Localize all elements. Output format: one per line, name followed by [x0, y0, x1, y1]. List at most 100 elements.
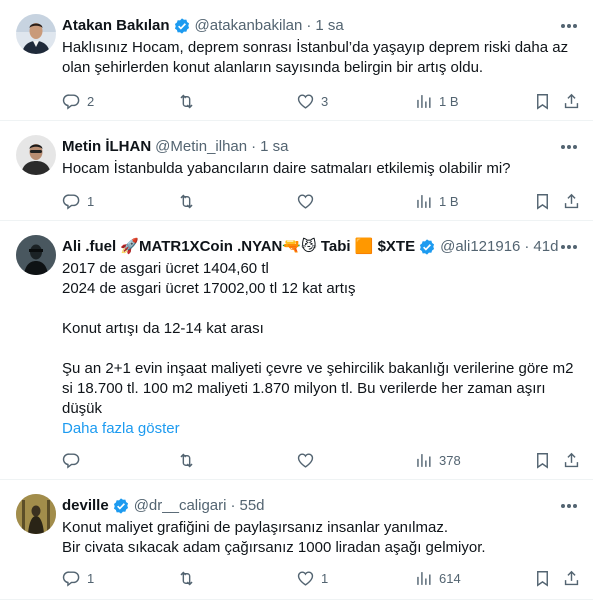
separator-dot: · [230, 497, 236, 514]
bookmark-button[interactable] [533, 450, 552, 470]
author-handle[interactable]: @Metin_ilhan [155, 137, 247, 157]
reply-count: 1 [87, 570, 95, 586]
retweet-button[interactable] [177, 568, 202, 588]
tweet-text: 2017 de asgari ücret 1404,60 tl 2024 de … [62, 259, 577, 439]
views-count: 1 B [439, 193, 459, 209]
bookmark-icon [533, 569, 552, 588]
retweet-button[interactable] [177, 450, 202, 470]
retweet-icon [177, 569, 196, 588]
avatar[interactable] [16, 494, 56, 534]
verified-badge-icon [420, 239, 435, 255]
views-button[interactable]: 378 [414, 450, 461, 470]
reply-button[interactable] [62, 450, 87, 470]
tweet-line: Şu an 2+1 evin inşaat maliyeti çevre ve … [62, 360, 574, 377]
tweet-line: Konut maliyet grafiğini de paylaşırsanız… [62, 519, 449, 536]
action-bar: 1 1 614 [62, 568, 582, 588]
action-bar: 2 3 1 B [62, 91, 582, 111]
reply-button[interactable]: 1 [62, 568, 94, 588]
reply-icon [62, 192, 81, 211]
like-icon [296, 569, 315, 588]
author-handle[interactable]: @dr__caligari [134, 496, 227, 516]
more-icon[interactable] [559, 19, 579, 33]
like-button[interactable]: 3 [296, 91, 328, 111]
share-button[interactable] [562, 450, 581, 470]
share-icon [562, 92, 581, 111]
avatar[interactable] [16, 235, 56, 275]
share-icon [562, 192, 581, 211]
like-button[interactable] [296, 191, 321, 211]
reply-icon [62, 569, 81, 588]
more-icon[interactable] [559, 240, 579, 254]
timestamp[interactable]: 1 sa [315, 16, 343, 36]
tweet[interactable]: deville @dr__caligari · 55d Konut maliye… [0, 480, 593, 600]
tweet-line: Konut artışı da 12-14 kat arası [62, 320, 264, 337]
timestamp[interactable]: 55d [239, 496, 264, 516]
views-icon [414, 451, 433, 470]
tweet-line: 2017 de asgari ücret 1404,60 tl [62, 260, 269, 277]
bookmark-button[interactable] [533, 568, 552, 588]
retweet-icon [177, 451, 196, 470]
like-icon [296, 192, 315, 211]
verified-badge-icon [174, 18, 189, 34]
views-button[interactable]: 1 B [414, 191, 459, 211]
author-name[interactable]: deville [62, 496, 109, 516]
like-icon [296, 451, 315, 470]
author-handle[interactable]: @ali121916 [440, 237, 520, 257]
tweet-line: si 18.700 tl. 100 m2 maliyeti 1.870 mily… [62, 380, 546, 397]
show-more-link[interactable]: Daha fazla göster [62, 419, 577, 439]
tweet-header: Atakan Bakılan @atakanbakilan · 1 sa [62, 16, 577, 36]
author-name[interactable]: Ali .fuel 🚀MATR1XCoin .NYAN🔫😼 Tabi 🟧 $XT… [62, 237, 415, 257]
reply-button[interactable]: 2 [62, 91, 94, 111]
author-name[interactable]: Atakan Bakılan [62, 16, 170, 36]
retweet-button[interactable] [177, 191, 202, 211]
author-handle[interactable]: @atakanbakilan [195, 16, 303, 36]
separator-dot: · [306, 17, 312, 34]
bookmark-button[interactable] [533, 91, 552, 111]
timestamp[interactable]: 1 sa [260, 137, 288, 157]
reply-count: 2 [87, 93, 95, 109]
timestamp[interactable]: 41d [533, 237, 558, 257]
reply-button[interactable]: 1 [62, 191, 94, 211]
share-icon [562, 451, 581, 470]
tweet-text: Hocam İstanbulda yabancıların daire satm… [62, 159, 577, 179]
like-button[interactable] [296, 450, 321, 470]
reply-count: 1 [87, 193, 95, 209]
author-name[interactable]: Metin İLHAN [62, 137, 151, 157]
tweet[interactable]: Ali .fuel 🚀MATR1XCoin .NYAN🔫😼 Tabi 🟧 $XT… [0, 221, 593, 480]
views-icon [414, 569, 433, 588]
bookmark-icon [533, 92, 552, 111]
separator-dot: · [251, 138, 257, 155]
views-count: 1 B [439, 93, 459, 109]
more-icon[interactable] [559, 140, 579, 154]
separator-dot: · [524, 238, 530, 255]
tweet-line: olan şehirlerden konut alanların sayısın… [62, 59, 484, 76]
tweet[interactable]: Atakan Bakılan @atakanbakilan · 1 sa Hak… [0, 0, 593, 121]
tweet-header: Ali .fuel 🚀MATR1XCoin .NYAN🔫😼 Tabi 🟧 $XT… [62, 237, 577, 257]
views-icon [414, 92, 433, 111]
share-button[interactable] [562, 568, 581, 588]
retweet-icon [177, 192, 196, 211]
bookmark-icon [533, 451, 552, 470]
views-button[interactable]: 1 B [414, 91, 459, 111]
share-button[interactable] [562, 91, 581, 111]
share-button[interactable] [562, 191, 581, 211]
tweet-header: deville @dr__caligari · 55d [62, 496, 577, 516]
avatar[interactable] [16, 135, 56, 175]
verified-badge-icon [113, 498, 128, 514]
action-bar: 378 [62, 450, 582, 470]
like-icon [296, 92, 315, 111]
views-count: 614 [439, 570, 461, 586]
share-icon [562, 569, 581, 588]
tweet[interactable]: Metin İLHAN @Metin_ilhan · 1 sa Hocam İs… [0, 121, 593, 221]
tweet-line: Bir civata sıkacak adam çağırsanız 1000 … [62, 539, 486, 556]
like-button[interactable]: 1 [296, 568, 328, 588]
like-count: 3 [321, 93, 329, 109]
bookmark-icon [533, 192, 552, 211]
views-button[interactable]: 614 [414, 568, 461, 588]
retweet-button[interactable] [177, 91, 202, 111]
bookmark-button[interactable] [533, 191, 552, 211]
avatar[interactable] [16, 14, 56, 54]
tweet-line: Haklısınız Hocam, deprem sonrası İstanbu… [62, 39, 569, 56]
more-icon[interactable] [559, 499, 579, 513]
tweet-line [62, 299, 577, 319]
